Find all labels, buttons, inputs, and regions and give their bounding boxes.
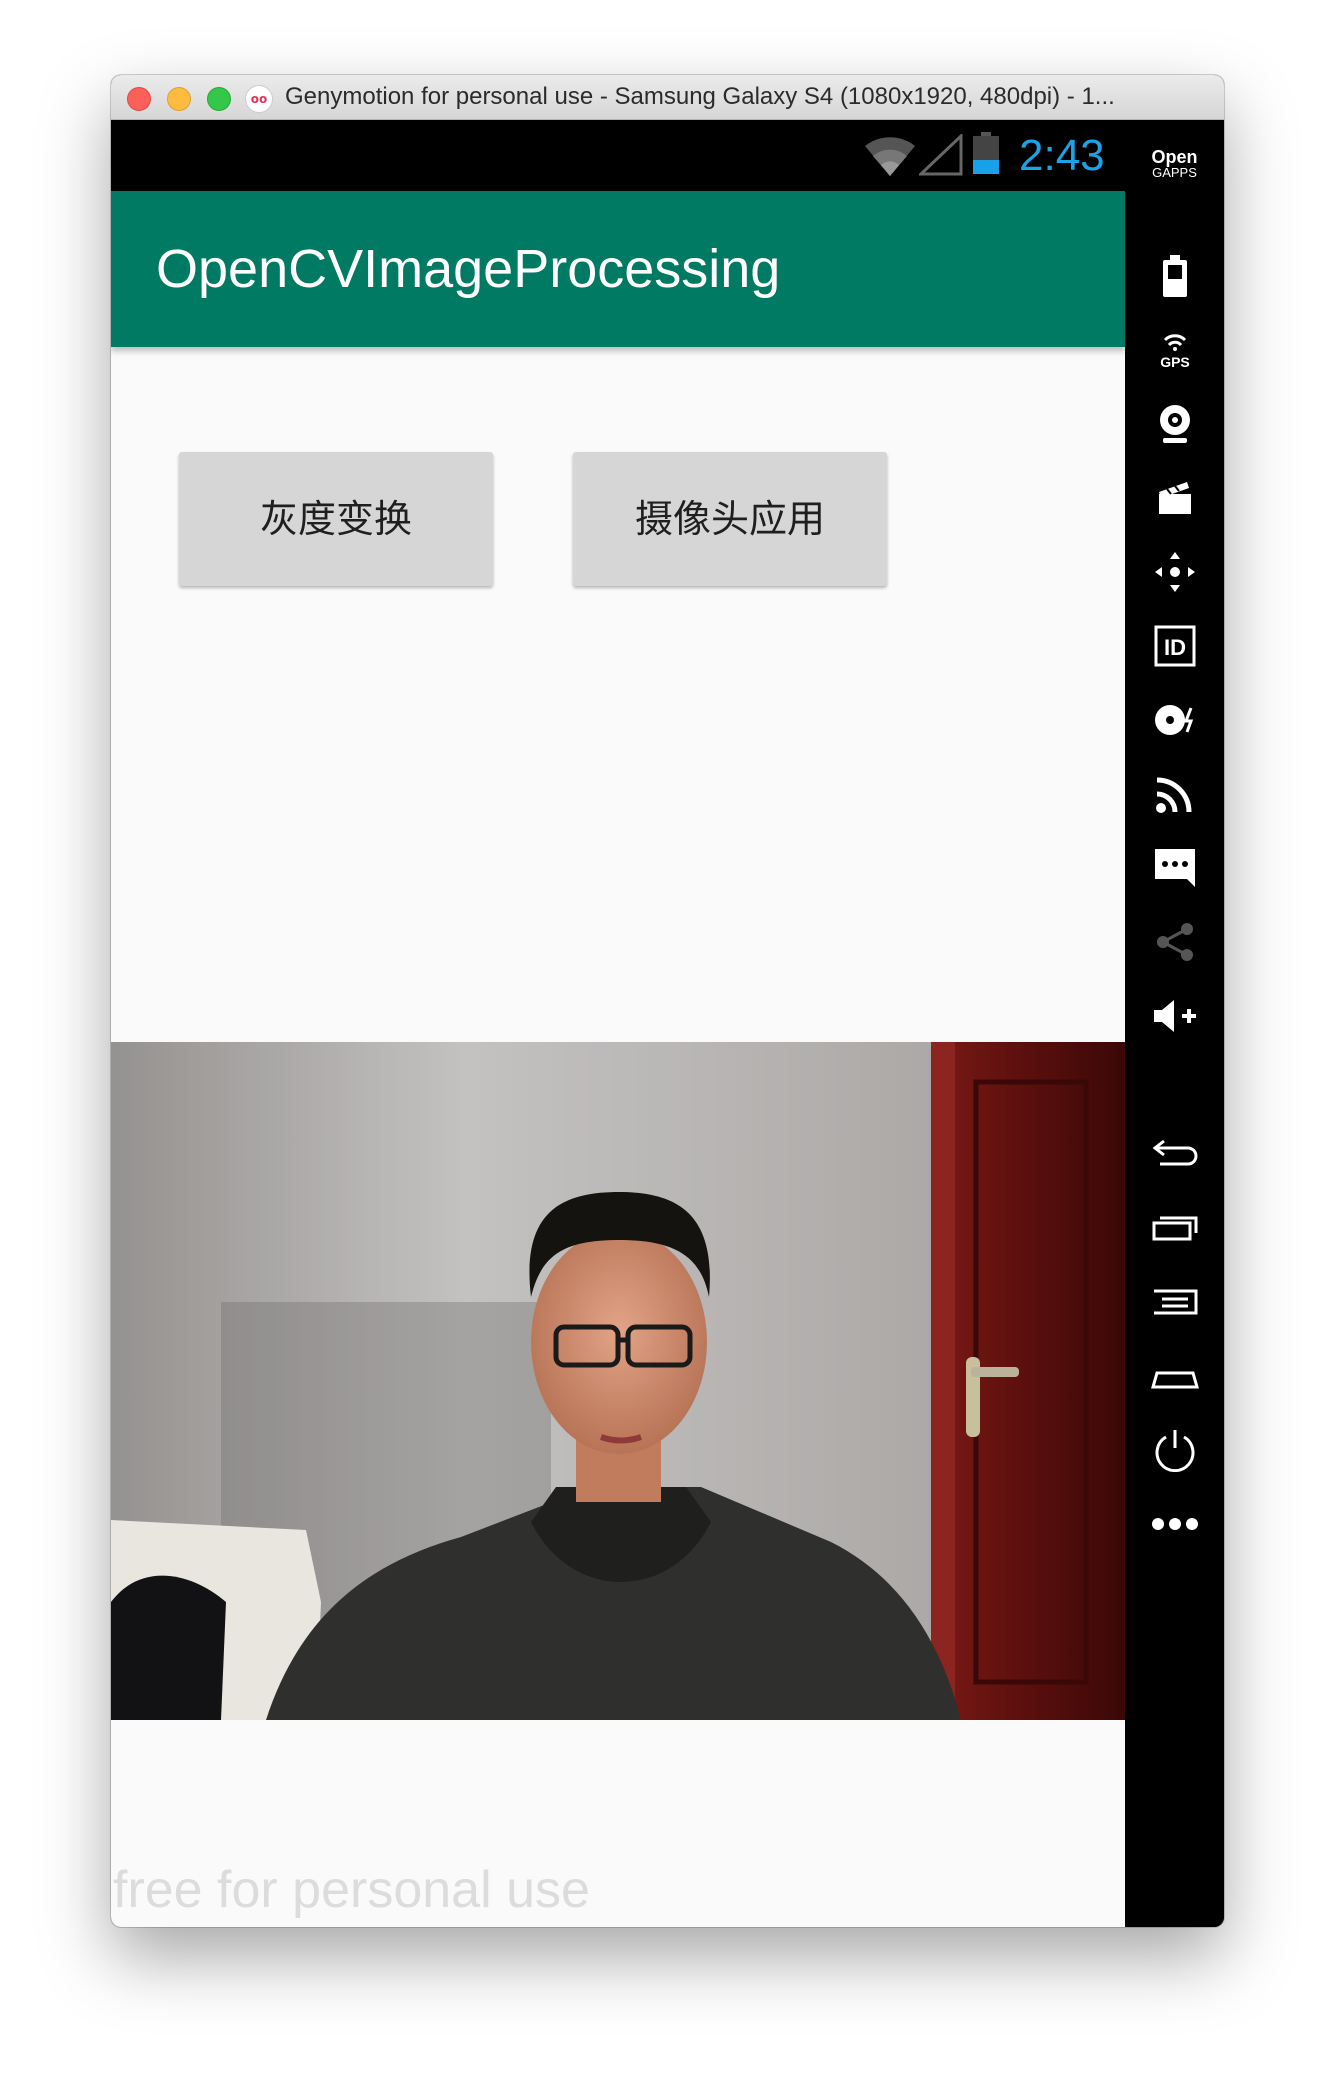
share-icon: [1156, 923, 1193, 961]
camera-button[interactable]: 摄像头应用: [573, 452, 887, 586]
grayscale-button[interactable]: 灰度变换: [179, 452, 493, 586]
dpad-button[interactable]: [1125, 540, 1224, 604]
home-button[interactable]: [1125, 1344, 1224, 1408]
gps-widget-icon: GPS: [1160, 334, 1190, 370]
recent-apps-button[interactable]: [1125, 1196, 1224, 1260]
device-id-label: ID: [1164, 635, 1186, 660]
back-button[interactable]: [1125, 1120, 1224, 1184]
battery-widget-icon: [1162, 255, 1187, 297]
window-titlebar[interactable]: oo Genymotion for personal use - Samsung…: [111, 75, 1224, 120]
genymotion-window: oo Genymotion for personal use - Samsung…: [111, 75, 1224, 1927]
open-gapps-button[interactable]: Open GAPPS: [1125, 148, 1224, 179]
home-icon: [1150, 1371, 1199, 1389]
dpad-icon: [1154, 552, 1195, 592]
person-photo: [111, 1042, 1125, 1720]
gps-widget-button[interactable]: GPS: [1125, 318, 1224, 382]
battery-icon: [973, 132, 999, 174]
minimize-window-button[interactable]: [167, 87, 191, 111]
webcam-button[interactable]: [1125, 392, 1224, 456]
volume-up-icon: [1153, 1000, 1196, 1032]
window-title: Genymotion for personal use - Samsung Ga…: [285, 83, 1115, 110]
sms-icon: [1154, 849, 1195, 887]
disk-io-icon: [1154, 705, 1193, 735]
close-window-button[interactable]: [127, 87, 151, 111]
android-screen: 2:43 OpenCVImageProcessing 灰度变换 摄像头应用 fr…: [111, 120, 1125, 1927]
gapps-label-gapps: GAPPS: [1152, 165, 1197, 180]
sms-button[interactable]: [1125, 836, 1224, 900]
share-button: [1125, 910, 1224, 974]
battery-widget-button[interactable]: [1125, 244, 1224, 308]
back-icon: [1152, 1139, 1197, 1166]
gapps-label-open: Open: [1151, 147, 1198, 167]
menu-button[interactable]: [1125, 1270, 1224, 1334]
volume-up-button[interactable]: [1125, 984, 1224, 1048]
watermark-text: free for personal use: [113, 1861, 590, 1919]
gps-label: GPS: [1160, 354, 1190, 370]
power-icon: [1155, 1430, 1194, 1472]
result-image: [111, 1042, 1125, 1720]
menu-icon: [1153, 1289, 1197, 1315]
genymotion-sidebar: Open GAPPS GPS ID: [1125, 120, 1224, 1927]
app-title: OpenCVImageProcessing: [156, 239, 781, 299]
maximize-window-button[interactable]: [207, 87, 231, 111]
app-bar: OpenCVImageProcessing: [111, 191, 1125, 347]
capture-button[interactable]: [1125, 466, 1224, 530]
capture-icon: [1158, 482, 1191, 514]
device-id-icon: ID: [1154, 625, 1195, 667]
power-button[interactable]: [1125, 1418, 1224, 1482]
recent-apps-icon: [1152, 1216, 1197, 1241]
signal-icon: [919, 134, 963, 176]
remote-control-button[interactable]: [1125, 762, 1224, 826]
device-id-button[interactable]: ID: [1125, 614, 1224, 678]
genymotion-logo-icon: oo: [245, 85, 273, 113]
rotate-icon: [1170, 1103, 1180, 1113]
wifi-icon: [865, 137, 915, 176]
more-button[interactable]: [1125, 1492, 1224, 1556]
status-bar: 2:43: [111, 120, 1125, 191]
remote-control-icon: [1155, 777, 1191, 813]
more-icon: [1151, 1518, 1198, 1530]
webcam-icon: [1159, 405, 1190, 443]
disk-io-button[interactable]: [1125, 688, 1224, 752]
status-time: 2:43: [1019, 131, 1105, 180]
